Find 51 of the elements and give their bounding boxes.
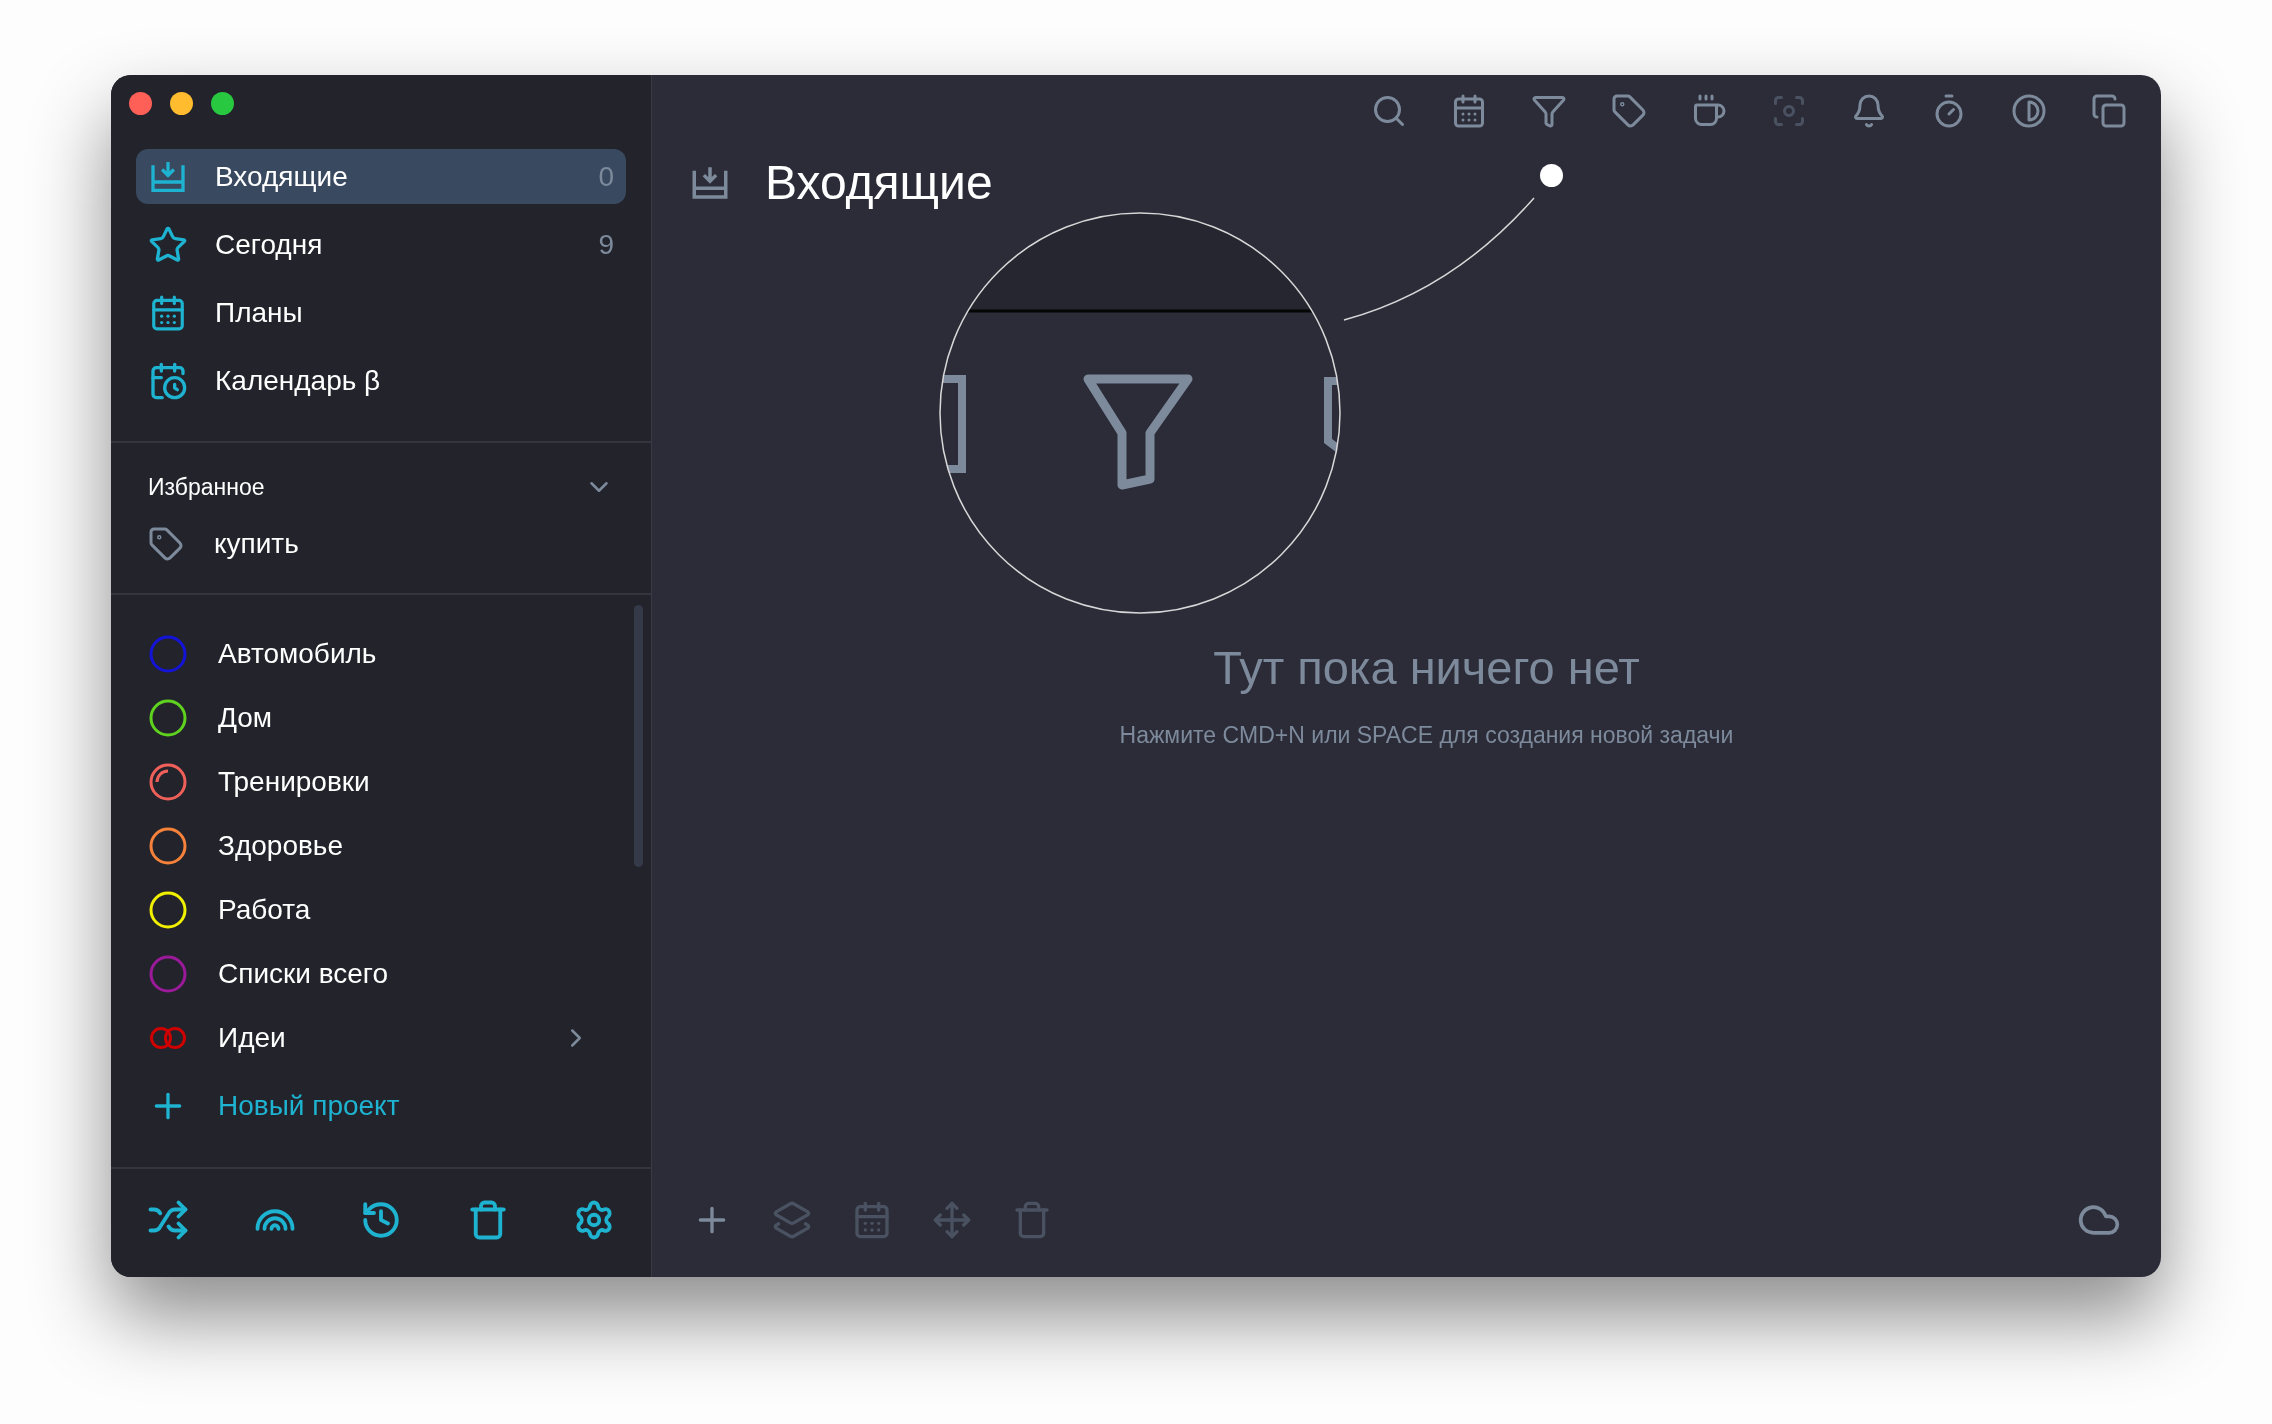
sidebar-item-label: Календарь β <box>215 363 382 398</box>
close-button[interactable] <box>129 92 152 115</box>
sidebar-item[interactable]: Календарь β <box>136 353 626 408</box>
star-icon <box>148 224 188 265</box>
item-count: 9 <box>598 227 614 262</box>
copy-icon[interactable] <box>2091 93 2127 129</box>
tag-icon <box>148 525 184 562</box>
project-item[interactable]: Тренировки <box>111 749 651 814</box>
favorite-item[interactable]: купить <box>111 514 651 573</box>
sidebar-item-label: Сегодня <box>215 227 324 262</box>
project-label: Здоровье <box>218 828 344 863</box>
empty-state-hint: Нажмите CMD+N или SPACE для создания новой задачи <box>1119 720 1734 750</box>
page-title: Входящие <box>765 155 993 211</box>
project-label: Тренировки <box>218 764 371 799</box>
sidebar-item-label: Планы <box>215 295 304 330</box>
project-label: Дом <box>218 700 274 735</box>
contrast-icon[interactable] <box>2011 93 2047 129</box>
sidebar-item[interactable]: Входящие 0 <box>136 149 626 204</box>
project-label: Идеи <box>218 1020 287 1055</box>
calendar-clock-icon <box>148 360 188 401</box>
new-project-button[interactable]: Новый проект <box>111 1072 651 1139</box>
project-label: Автомобиль <box>218 636 378 671</box>
settings-icon[interactable] <box>573 1199 615 1241</box>
calendar-icon[interactable] <box>1451 93 1487 129</box>
project-item[interactable]: Дом <box>111 685 651 750</box>
project-item[interactable]: Идеи <box>111 1005 651 1070</box>
shuffle-icon[interactable] <box>147 1199 189 1241</box>
project-progress-icon <box>148 761 188 802</box>
empty-state-title: Тут пока ничего нет <box>1213 640 1640 696</box>
project-item[interactable]: Списки всего <box>111 941 651 1006</box>
favorite-item-label: купить <box>214 526 299 561</box>
item-count: 0 <box>598 159 614 194</box>
bell-icon[interactable] <box>1851 93 1887 129</box>
project-item[interactable]: Здоровье <box>111 813 651 878</box>
project-item[interactable]: Работа <box>111 877 651 942</box>
search-icon[interactable] <box>1371 93 1407 129</box>
calendar-icon <box>149 293 187 332</box>
section-title: Избранное <box>148 473 265 502</box>
cup-icon[interactable] <box>1691 93 1727 129</box>
project-label: Списки всего <box>218 956 389 991</box>
sidebar-item[interactable]: Планы <box>136 285 626 340</box>
sidebar-item-label: Входящие <box>215 159 349 194</box>
filter-icon[interactable] <box>1531 93 1567 129</box>
zoom-button[interactable] <box>211 92 234 115</box>
minimize-button[interactable] <box>170 92 193 115</box>
project-label: Работа <box>218 892 312 927</box>
tag-icon[interactable] <box>1611 93 1647 129</box>
scrollbar-thumb[interactable] <box>634 604 643 867</box>
history-icon[interactable] <box>360 1199 402 1241</box>
sidebar-item[interactable]: Сегодня 9 <box>136 217 626 272</box>
project-item[interactable]: Автомобиль <box>111 621 651 686</box>
